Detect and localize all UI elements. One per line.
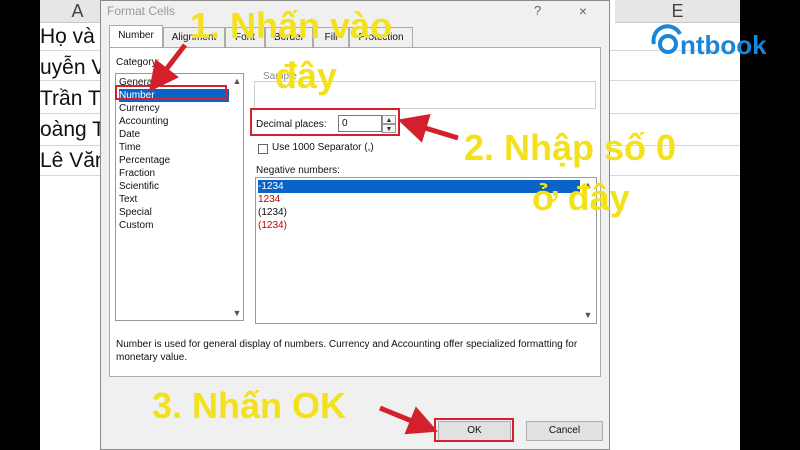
step1-text: 1. Nhấn vào	[190, 5, 393, 46]
arrow-to-decimal	[397, 114, 459, 143]
step3-text: 3. Nhấn OK	[152, 385, 347, 426]
step2-text-line2: ở đây	[532, 177, 630, 218]
annotation-arrows	[148, 43, 459, 435]
step1-text-line2: đây	[275, 55, 338, 96]
arrow-to-ok	[379, 405, 438, 435]
step2-text: 2. Nhập số 0	[464, 127, 677, 168]
arrow-to-number	[148, 43, 187, 92]
